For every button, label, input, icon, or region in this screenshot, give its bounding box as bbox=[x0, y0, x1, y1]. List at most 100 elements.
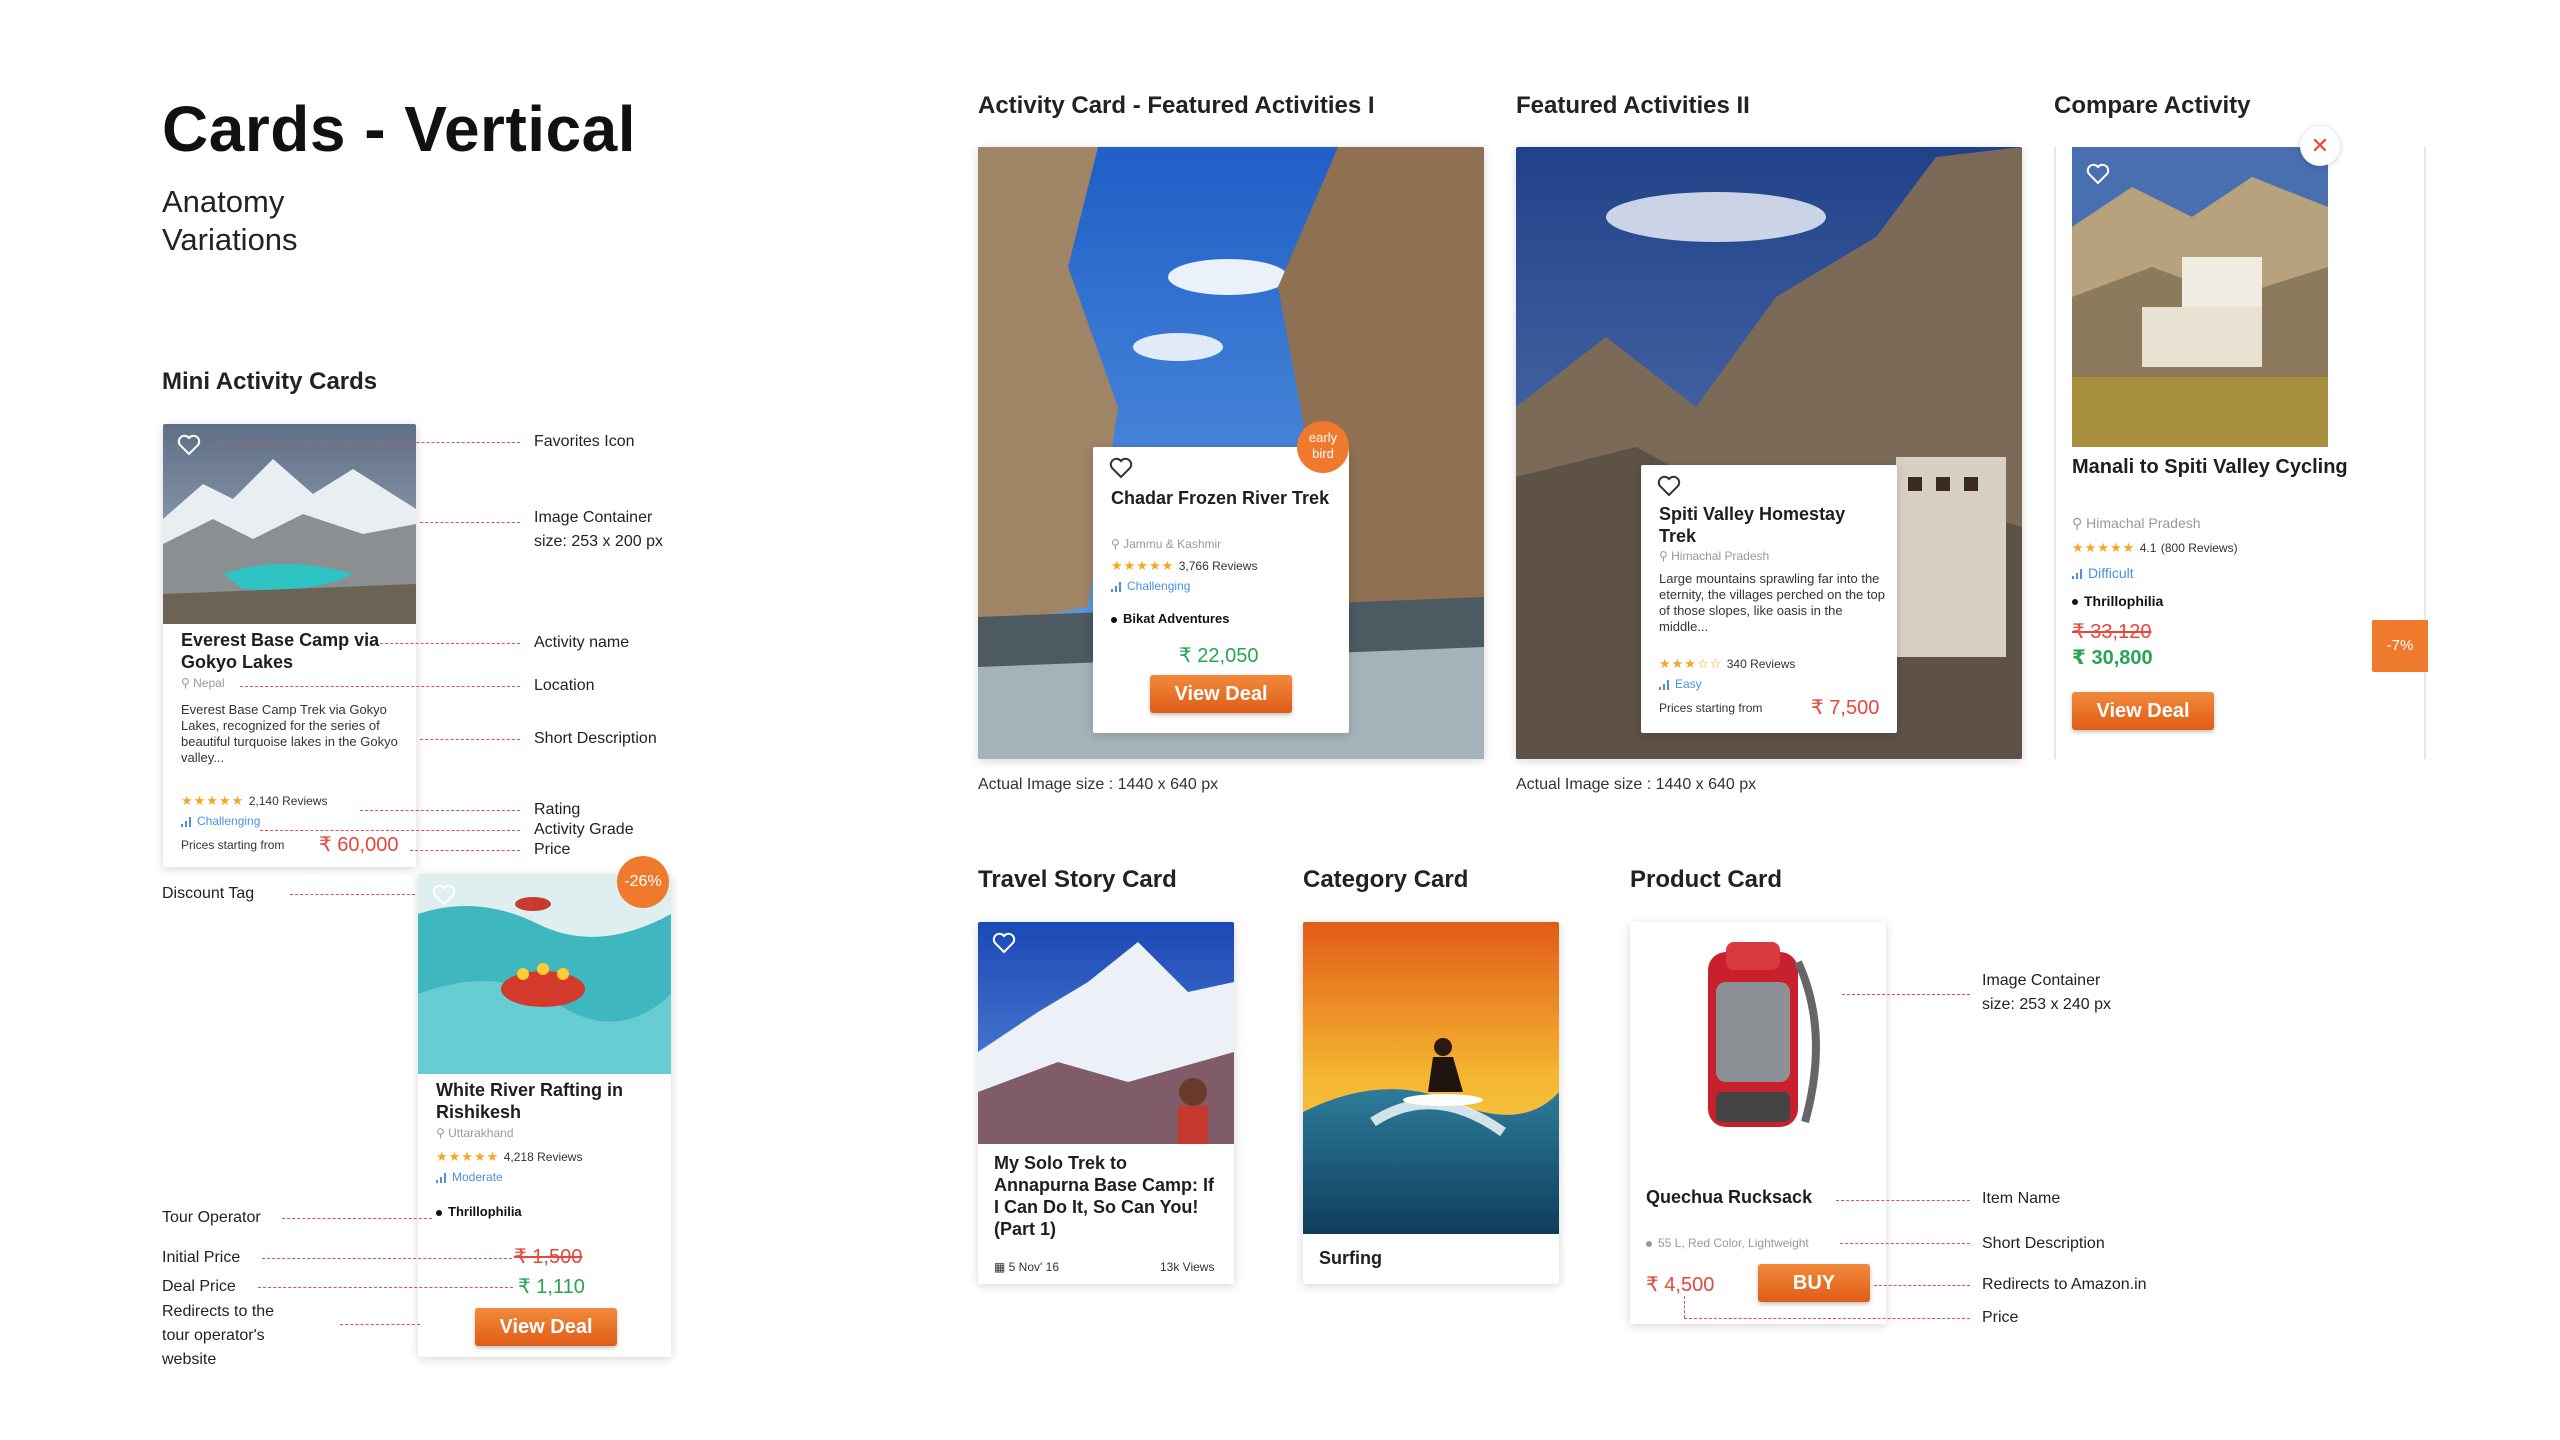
featured1-caption: Actual Image size : 1440 x 640 px bbox=[978, 776, 1219, 793]
annotation-rating: Rating bbox=[534, 801, 581, 818]
tour-operator[interactable]: Thrillophilia bbox=[436, 1204, 522, 1219]
page-title: Cards - Vertical bbox=[162, 93, 636, 165]
card-title[interactable]: Spiti Valley Homestay Trek bbox=[1659, 503, 1879, 547]
card-title[interactable]: Manali to Spiti Valley Cycling bbox=[2072, 456, 2402, 478]
annotation-product-short-desc: Short Description bbox=[1982, 1235, 2105, 1252]
card-title[interactable]: White River Rafting in Rishikesh bbox=[436, 1079, 661, 1123]
rating-stars: ★★★☆☆ bbox=[1659, 656, 1723, 671]
rating-stars: ★★★★★ bbox=[181, 793, 245, 808]
section-title-product: Product Card bbox=[1630, 866, 1783, 893]
card-price: ₹ 22,050 bbox=[1179, 645, 1259, 667]
annotation-initial-price: Initial Price bbox=[162, 1249, 241, 1266]
mini-activity-card-rafting[interactable]: White River Rafting in Rishikesh ⚲ Uttar… bbox=[418, 874, 671, 1357]
annotation-product-price: Price bbox=[1982, 1309, 2019, 1326]
card-title[interactable]: Everest Base Camp via Gokyo Lakes bbox=[181, 629, 406, 673]
card-rating: ★★★★★ 3,766 Reviews bbox=[1111, 557, 1257, 575]
favorites-heart-icon[interactable] bbox=[177, 434, 201, 456]
initial-price: ₹ 33,120 bbox=[2072, 621, 2152, 643]
operator-dot-icon bbox=[1111, 616, 1117, 623]
grade-bars-icon bbox=[1659, 679, 1669, 690]
operator-dot-icon bbox=[2072, 599, 2078, 606]
card-location: ⚲ Himachal Pradesh bbox=[2072, 515, 2201, 531]
card-image-annapurna bbox=[978, 922, 1234, 1144]
annotation-tour-operator: Tour Operator bbox=[162, 1209, 261, 1226]
section-title-compare: Compare Activity bbox=[2054, 92, 2251, 119]
rating-stars: ★★★★★ bbox=[2072, 540, 2136, 555]
story-title[interactable]: My Solo Trek to Annapurna Base Camp: If … bbox=[994, 1152, 1222, 1240]
rating-reviews: 340 Reviews bbox=[1726, 657, 1796, 671]
compare-discount-tag: -7% bbox=[2372, 620, 2428, 672]
location-pin-icon: ⚲ bbox=[1111, 537, 1124, 551]
category-card-surfing[interactable]: Surfing bbox=[1303, 922, 1559, 1284]
card-grade: Moderate bbox=[436, 1170, 503, 1184]
view-deal-button[interactable]: View Deal bbox=[1150, 675, 1292, 713]
card-short-description: Everest Base Camp Trek via Gokyo Lakes, … bbox=[181, 702, 398, 765]
price-label: Prices starting from bbox=[181, 838, 285, 852]
favorites-heart-icon[interactable] bbox=[1657, 475, 1681, 497]
view-deal-button[interactable]: View Deal bbox=[2072, 692, 2214, 730]
location-pin-icon: ⚲ bbox=[181, 676, 194, 690]
featured-info-panel[interactable]: Chadar Frozen River Trek ⚲ Jammu & Kashm… bbox=[1093, 447, 1349, 733]
rating-stars: ★★★★★ bbox=[436, 1149, 500, 1164]
mini-activity-card-everest[interactable]: Everest Base Camp via Gokyo Lakes ⚲ Nepa… bbox=[163, 424, 416, 867]
section-title-featured1: Activity Card - Featured Activities I bbox=[978, 92, 1375, 119]
operator-dot-icon bbox=[436, 1209, 442, 1216]
annotation-redirects-3: website bbox=[162, 1351, 217, 1368]
category-label: Surfing bbox=[1319, 1248, 1382, 1268]
rating-reviews: 4,218 Reviews bbox=[503, 1150, 583, 1164]
deal-price: ₹ 30,800 bbox=[2072, 647, 2153, 669]
annotation-activity-name: Activity name bbox=[534, 634, 630, 651]
rating-reviews: (800 Reviews) bbox=[2160, 541, 2238, 555]
card-grade: Easy bbox=[1659, 677, 1702, 691]
card-rating: ★★★★★ 4.1 (800 Reviews) bbox=[2072, 539, 2238, 557]
product-description: 55 L, Red Color, Lightweight bbox=[1646, 1236, 1809, 1250]
card-location: ⚲ Nepal bbox=[181, 676, 225, 690]
annotation-location: Location bbox=[534, 677, 595, 694]
annotation-discount-tag: Discount Tag bbox=[162, 885, 255, 902]
favorites-heart-icon[interactable] bbox=[1109, 457, 1133, 479]
card-location: ⚲ Himachal Pradesh bbox=[1659, 549, 1770, 563]
annotation-deal-price: Deal Price bbox=[162, 1278, 236, 1295]
tour-operator[interactable]: Thrillophilia bbox=[2072, 593, 2163, 609]
story-views: 13k Views bbox=[1160, 1260, 1215, 1274]
grade-bars-icon bbox=[436, 1172, 446, 1183]
card-location: ⚲ Jammu & Kashmir bbox=[1111, 537, 1222, 551]
rating-reviews: 3,766 Reviews bbox=[1178, 559, 1258, 573]
buy-button[interactable]: BUY bbox=[1758, 1264, 1870, 1302]
initial-price: ₹ 1,500 bbox=[514, 1246, 583, 1268]
rating-stars: ★★★★★ bbox=[1111, 558, 1175, 573]
featured-info-panel[interactable]: Spiti Valley Homestay Trek ⚲ Himachal Pr… bbox=[1641, 465, 1897, 733]
rating-reviews: 2,140 Reviews bbox=[248, 794, 328, 808]
section-title-mini: Mini Activity Cards bbox=[162, 368, 378, 395]
annotation-price: Price bbox=[534, 841, 571, 858]
product-card-rucksack[interactable]: Quechua Rucksack 55 L, Red Color, Lightw… bbox=[1630, 922, 1886, 1324]
favorites-heart-icon[interactable] bbox=[432, 884, 456, 906]
price-label: Prices starting from bbox=[1659, 701, 1763, 715]
page-subtitle-anatomy: Anatomy bbox=[162, 184, 285, 219]
annotation-short-description: Short Description bbox=[534, 730, 657, 747]
annotation-grade: Activity Grade bbox=[534, 821, 634, 838]
travel-story-card[interactable]: My Solo Trek to Annapurna Base Camp: If … bbox=[978, 922, 1234, 1284]
card-grade: Challenging bbox=[1111, 579, 1190, 593]
tour-operator[interactable]: Bikat Adventures bbox=[1111, 611, 1229, 626]
featured-activity-card-spiti[interactable]: Spiti Valley Homestay Trek ⚲ Himachal Pr… bbox=[1516, 147, 2022, 759]
favorites-heart-icon[interactable] bbox=[992, 932, 1016, 954]
favorites-heart-icon[interactable] bbox=[2086, 163, 2110, 185]
product-name[interactable]: Quechua Rucksack bbox=[1646, 1186, 1812, 1208]
grade-bars-icon bbox=[181, 816, 191, 827]
discount-tag: -26% bbox=[617, 856, 669, 908]
section-title-category: Category Card bbox=[1303, 866, 1469, 893]
annotation-product-image-container: Image Container bbox=[1982, 972, 2101, 989]
rating-value: 4.1 bbox=[2139, 541, 2157, 555]
compare-activity-card[interactable]: Manali to Spiti Valley Cycling ⚲ Himacha… bbox=[2072, 147, 2402, 759]
description-dot-icon bbox=[1646, 1240, 1652, 1247]
close-icon[interactable]: ✕ bbox=[2300, 126, 2340, 166]
view-deal-button[interactable]: View Deal bbox=[475, 1308, 617, 1346]
card-title[interactable]: Chadar Frozen River Trek bbox=[1111, 487, 1331, 509]
deal-price: ₹ 1,110 bbox=[518, 1276, 585, 1298]
featured-activity-card-chadar[interactable]: Chadar Frozen River Trek ⚲ Jammu & Kashm… bbox=[978, 147, 1484, 759]
card-rating: ★★★★★ 4,218 Reviews bbox=[436, 1148, 582, 1166]
card-grade: Difficult bbox=[2072, 565, 2134, 581]
card-rating: ★★★☆☆ 340 Reviews bbox=[1659, 655, 1795, 673]
grade-bars-icon bbox=[2072, 569, 2082, 580]
